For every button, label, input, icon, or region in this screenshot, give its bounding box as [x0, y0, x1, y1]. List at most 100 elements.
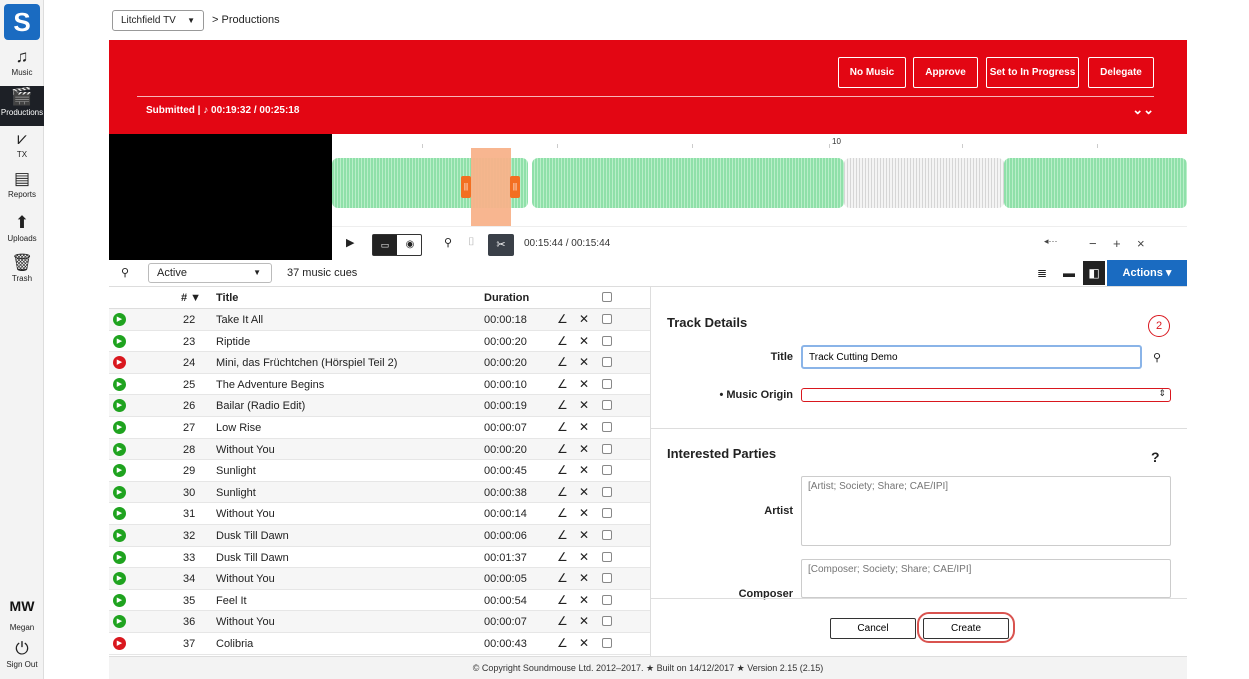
title-input[interactable] [801, 345, 1142, 369]
duration-header[interactable]: Duration [484, 292, 529, 304]
delete-icon[interactable]: ✕ [579, 398, 589, 412]
play-icon[interactable]: ▶ [113, 313, 126, 326]
row-checkbox[interactable] [602, 378, 612, 389]
table-row[interactable]: ▶ 33 Dusk Till Dawn 00:01:37 ∠ ✕ [109, 547, 650, 569]
delete-icon[interactable]: ✕ [579, 550, 589, 564]
marker-icon[interactable]: ⚲ [444, 236, 452, 249]
edit-icon[interactable]: ∠ [557, 420, 568, 434]
play-icon[interactable]: ▶ [113, 636, 126, 650]
help-icon[interactable]: ? [1151, 449, 1160, 465]
sidebar-item-trash[interactable]: 🗑 Trash [0, 252, 44, 292]
table-row[interactable]: ▶ 36 Without You 00:00:07 ∠ ✕ [109, 611, 650, 633]
table-row[interactable]: ▶ 37 Colibria 00:00:43 ∠ ✕ [109, 633, 650, 655]
delete-icon[interactable]: ✕ [579, 334, 589, 348]
delegate-button[interactable]: Delegate [1088, 57, 1154, 88]
play-icon[interactable]: ▶ [113, 399, 126, 413]
sidebar-item-productions[interactable]: 🎬 Productions [0, 86, 44, 126]
delete-icon[interactable]: ✕ [579, 485, 589, 499]
create-button[interactable]: Create [923, 618, 1009, 639]
row-checkbox[interactable] [602, 551, 612, 562]
delete-icon[interactable]: ✕ [579, 506, 589, 520]
edit-icon[interactable]: ∠ [557, 334, 568, 348]
edit-icon[interactable]: ∠ [557, 463, 568, 477]
edit-icon[interactable]: ∠ [557, 442, 568, 456]
row-checkbox[interactable] [602, 314, 612, 324]
double-chevron-down-icon[interactable]: ⌄⌄ [1132, 102, 1154, 118]
row-checkbox[interactable] [602, 400, 612, 411]
delete-icon[interactable]: ✕ [579, 420, 589, 434]
cue-segment[interactable] [1004, 158, 1187, 208]
cue-segment[interactable] [532, 158, 844, 208]
no-music-button[interactable]: No Music [838, 57, 906, 88]
music-origin-select[interactable]: ⇕ [801, 388, 1171, 402]
play-icon[interactable]: ▶ [113, 572, 126, 586]
play-icon[interactable]: ▶ [113, 334, 126, 348]
row-checkbox[interactable] [602, 486, 612, 497]
row-checkbox[interactable] [602, 465, 612, 476]
search-icon[interactable]: ⚲ [121, 266, 129, 279]
edit-icon[interactable]: ∠ [557, 593, 568, 607]
delete-icon[interactable]: ✕ [579, 463, 589, 477]
sidebar-item-tx[interactable]: ⩗ TX [0, 128, 44, 168]
delete-icon[interactable]: ✕ [579, 614, 589, 628]
play-icon[interactable]: ▶ [113, 528, 126, 542]
row-checkbox[interactable] [602, 637, 612, 648]
status-filter-select[interactable]: Active ▼ [148, 263, 272, 283]
delete-icon[interactable]: ✕ [579, 442, 589, 456]
table-row[interactable]: ▶ 26 Bailar (Radio Edit) 00:00:19 ∠ ✕ [109, 395, 650, 417]
soundmouse-logo[interactable]: S [4, 4, 40, 40]
edit-icon[interactable]: ∠ [557, 506, 568, 520]
table-row[interactable]: ▶ 29 Sunlight 00:00:45 ∠ ✕ [109, 460, 650, 482]
play-icon[interactable]: ▶ [113, 464, 126, 478]
edit-icon[interactable]: ∠ [557, 312, 568, 326]
row-checkbox[interactable] [602, 616, 612, 627]
play-icon[interactable]: ▶ [113, 442, 126, 456]
play-icon[interactable]: ▶ [113, 485, 126, 499]
close-icon[interactable]: × [1137, 236, 1145, 251]
select-all-checkbox[interactable] [602, 292, 612, 302]
table-row[interactable]: ▶ 31 Without You 00:00:14 ∠ ✕ [109, 503, 650, 525]
row-checkbox[interactable] [602, 335, 612, 346]
table-row[interactable]: ▶ 30 Sunlight 00:00:38 ∠ ✕ [109, 481, 650, 504]
view-mode-toggle[interactable]: ▭ ◉ [372, 234, 422, 256]
play-icon[interactable]: ▶ [113, 420, 126, 434]
cancel-button[interactable]: Cancel [830, 618, 916, 639]
zoom-out-button[interactable]: − [1089, 236, 1097, 251]
selection-region[interactable] [471, 148, 511, 226]
avatar[interactable]: MW [6, 594, 38, 618]
sort-number-header[interactable]: # ▼ [181, 292, 201, 304]
sign-out-button[interactable]: ⏻ Sign Out [0, 638, 44, 678]
edit-icon[interactable]: ∠ [557, 377, 568, 391]
actions-button[interactable]: Actions ▾ [1107, 260, 1187, 286]
waveform[interactable]: 10 || || [332, 134, 1187, 226]
row-checkbox[interactable] [602, 573, 612, 584]
rectangle-icon[interactable]: ▭ [373, 235, 397, 255]
table-row[interactable]: ▶ 27 Low Rise 00:00:07 ∠ ✕ [109, 417, 650, 439]
table-row[interactable]: ▶ 34 Without You 00:00:05 ∠ ✕ [109, 568, 650, 590]
cut-icon[interactable]: ✂ [488, 234, 514, 256]
volume-icon[interactable]: ◂··· [1044, 236, 1058, 247]
delete-icon[interactable]: ✕ [579, 571, 589, 585]
table-row[interactable]: ▶ 35 Feel It 00:00:54 ∠ ✕ [109, 590, 650, 612]
table-row[interactable]: ▶ 22 Take It All 00:00:18 ∠ ✕ [109, 309, 650, 331]
table-row[interactable]: ▶ 24 Mini, das Früchtchen (Hörspiel Teil 2… [109, 352, 650, 374]
zoom-in-button[interactable]: + [1113, 236, 1121, 251]
edit-icon[interactable]: ∠ [557, 528, 568, 542]
delete-icon[interactable]: ✕ [579, 636, 589, 650]
split-view-icon[interactable]: ◧ [1083, 261, 1105, 285]
list-view-icon[interactable]: ≣ [1037, 266, 1047, 280]
delete-icon[interactable]: ✕ [579, 593, 589, 607]
table-row[interactable]: ▶ 25 The Adventure Begins 00:00:10 ∠ ✕ [109, 374, 650, 396]
delete-icon[interactable]: ✕ [579, 528, 589, 542]
table-row[interactable]: ▶ 32 Dusk Till Dawn 00:00:06 ∠ ✕ [109, 524, 650, 547]
selection-start-handle[interactable]: || [461, 176, 471, 198]
sidebar-item-reports[interactable]: ▤ Reports [0, 168, 44, 208]
set-in-progress-button[interactable]: Set to In Progress [986, 57, 1079, 88]
play-icon[interactable]: ▶ [113, 550, 126, 564]
play-icon[interactable]: ▶ [113, 377, 126, 391]
sidebar-item-uploads[interactable]: ⬆ Uploads [0, 212, 44, 252]
row-checkbox[interactable] [602, 357, 612, 368]
edit-icon[interactable]: ∠ [557, 614, 568, 628]
sidebar-item-music[interactable]: ♫ Music [0, 46, 44, 86]
row-checkbox[interactable] [602, 443, 612, 454]
